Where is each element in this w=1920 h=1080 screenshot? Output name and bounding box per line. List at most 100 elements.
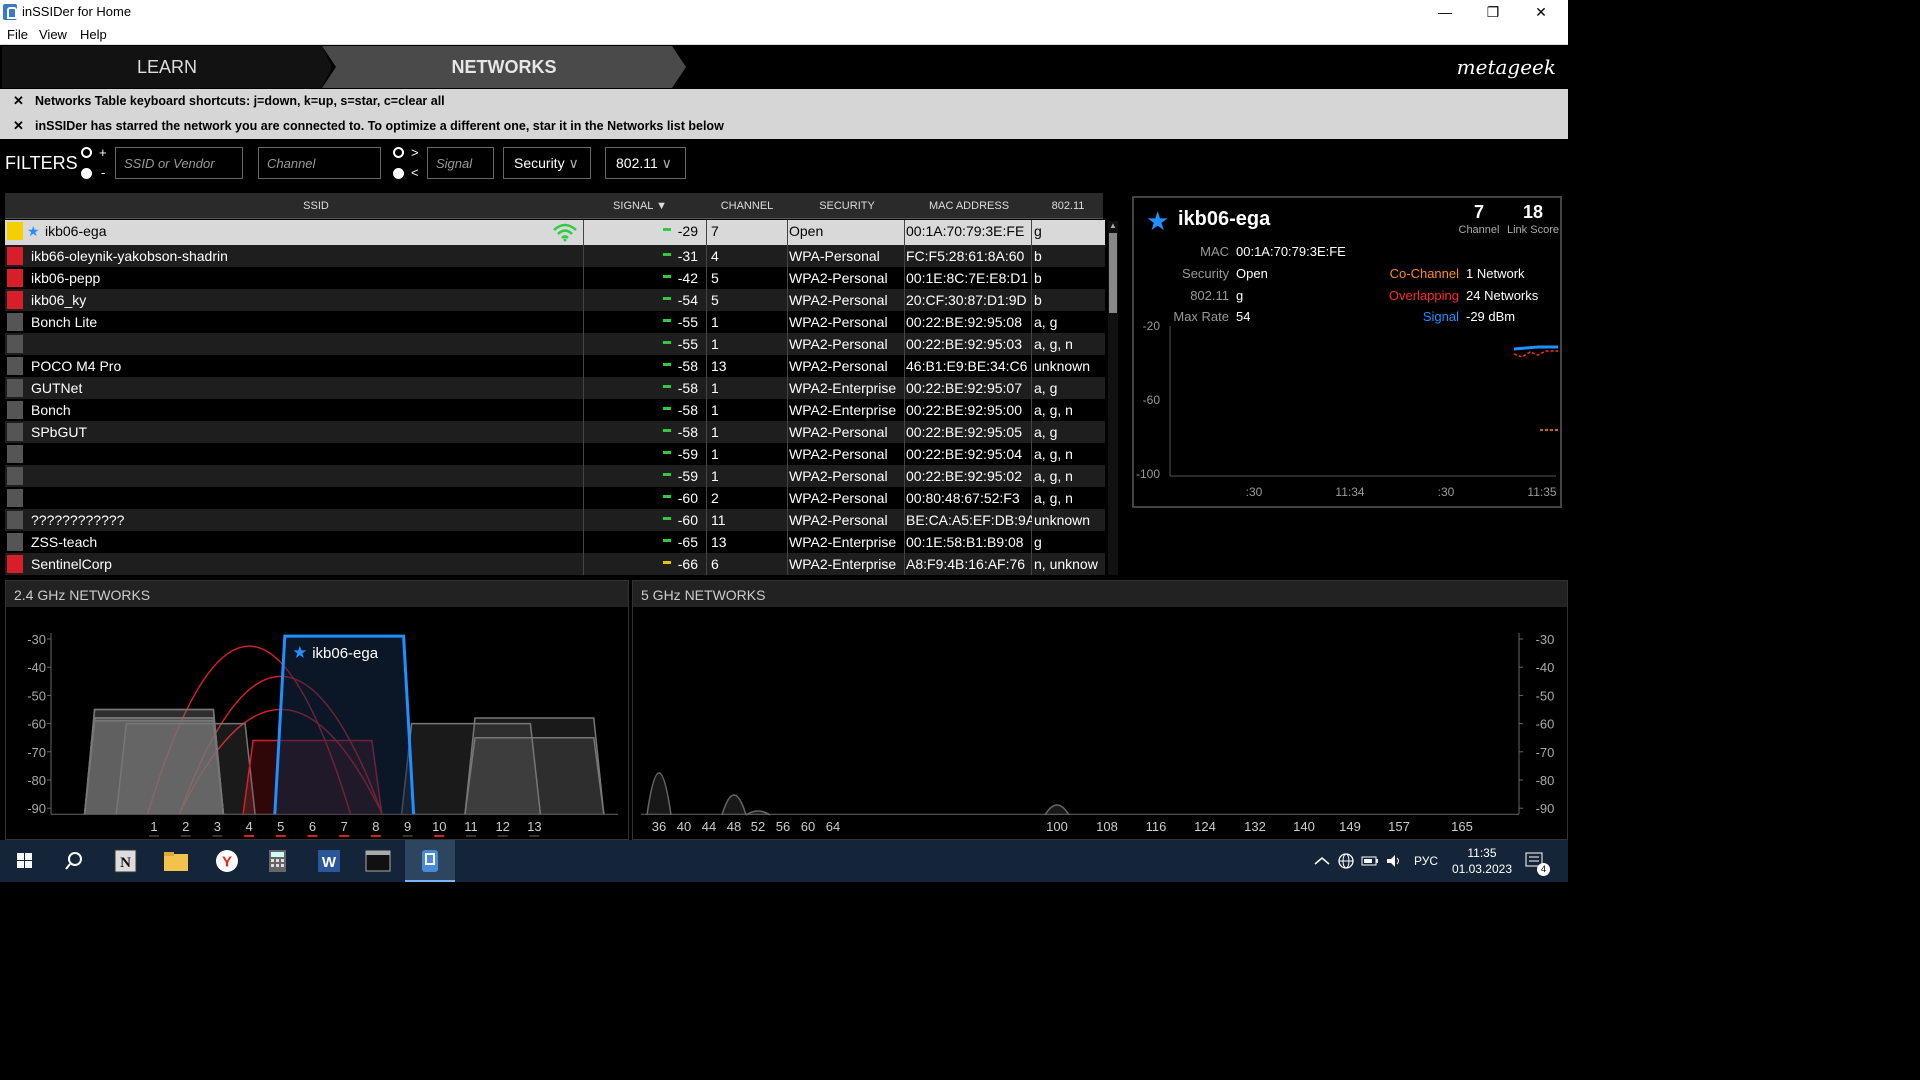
column-divider — [706, 421, 707, 443]
standard-cell: g — [1034, 223, 1042, 239]
table-row[interactable]: Bonch -58 1 WPA2-Enterprise 00:22:BE:92:95:0… — [5, 399, 1105, 421]
scroll-up-icon[interactable]: ▲ — [1108, 221, 1118, 231]
col-signal[interactable]: SIGNAL ▼ — [595, 200, 685, 212]
battery-icon[interactable] — [1360, 852, 1380, 870]
terminal-icon[interactable] — [358, 846, 398, 876]
security-cell: WPA-Personal — [789, 248, 880, 264]
table-row[interactable]: ikb06_ky -54 5 WPA2-Personal 20:CF:30:87:D1:… — [5, 289, 1105, 311]
calculator-icon[interactable] — [257, 846, 297, 876]
star-icon[interactable]: ★ — [1146, 206, 1169, 237]
ssid-cell: ikb66-oleynik-yakobson-shadrin — [31, 248, 228, 264]
table-row[interactable]: GUTNet -58 1 WPA2-Enterprise 00:22:BE:92:95:… — [5, 377, 1105, 399]
ssid-filter-input[interactable]: SSID or Vendor — [115, 147, 243, 179]
inssider-taskbar-icon[interactable] — [410, 846, 450, 876]
tray-overflow-icon[interactable] — [1312, 853, 1332, 869]
menu-help[interactable]: Help — [80, 27, 107, 42]
standard-filter-dropdown[interactable]: 802.11 ∨ — [605, 147, 686, 179]
col-security[interactable]: SECURITY — [789, 200, 905, 212]
radio-greater[interactable] — [393, 147, 404, 158]
volume-icon[interactable] — [1384, 852, 1404, 870]
yandex-browser-icon[interactable]: Y — [207, 846, 247, 876]
channel-label: 7 — [341, 819, 348, 834]
security-filter-dropdown[interactable]: Security ∨ — [503, 147, 591, 179]
table-row[interactable]: ikb66-oleynik-yakobson-shadrin -31 4 WPA-Pe… — [5, 245, 1105, 267]
overlapping-trace — [1513, 350, 1558, 358]
col-standard[interactable]: 802.11 — [1033, 200, 1103, 212]
dismiss-icon[interactable]: ✕ — [13, 118, 24, 134]
radio-gt-label: > — [411, 145, 419, 160]
menu-view[interactable]: View — [39, 27, 67, 42]
table-row[interactable]: -59 1 WPA2-Personal 00:22:BE:92:95:04 a, g, … — [5, 443, 1105, 465]
channel-label: 12 — [495, 819, 509, 834]
menu-file[interactable]: File — [7, 27, 28, 42]
y-tick-label: -70 — [27, 745, 46, 760]
signal-filter-input[interactable]: Signal — [427, 147, 494, 179]
table-row[interactable]: SentinelCorp -66 6 WPA2-Enterprise A8:F9:4B:… — [5, 553, 1105, 575]
standard-cell: a, g, n — [1034, 336, 1073, 352]
security-cell: WPA2-Personal — [789, 358, 888, 374]
column-divider — [583, 377, 584, 399]
network-globe-icon[interactable] — [1336, 852, 1356, 870]
col-ssid[interactable]: SSID — [27, 200, 605, 212]
mac-cell: 00:22:BE:92:95:04 — [906, 446, 1022, 462]
app-icon — [3, 4, 17, 20]
spectrum-2-4ghz: -30-40-50-60-70-80-901 2 3 4 5 6 7 8 9 10 11 12 13★ i… — [27, 632, 618, 837]
column-divider — [706, 267, 707, 289]
security-cell: WPA2-Enterprise — [789, 534, 897, 550]
column-divider — [583, 399, 584, 421]
filters-label: FILTERS — [5, 153, 78, 173]
network-color-swatch — [7, 423, 23, 441]
channel-cell: 13 — [711, 358, 727, 374]
channel-cell: 1 — [711, 468, 719, 484]
column-divider — [583, 531, 584, 553]
table-row[interactable]: ZSS-teach -65 13 WPA2-Enterprise 00:1E:58:B1… — [5, 531, 1105, 553]
word-icon[interactable]: W — [308, 846, 348, 876]
table-row[interactable]: ★ ikb06-ega -29 7 Open 00:1A:70:79:3E:FE g — [5, 220, 1105, 245]
network-color-swatch — [7, 247, 23, 265]
mac-cell: 00:1A:70:79:3E:FE — [906, 223, 1025, 239]
col-channel[interactable]: CHANNEL — [707, 200, 787, 212]
channel-filter-input[interactable]: Channel — [258, 147, 381, 179]
column-divider — [706, 289, 707, 311]
signal-cell: -31 — [677, 248, 698, 264]
search-icon[interactable] — [54, 846, 94, 876]
table-row[interactable]: Bonch Lite -55 1 WPA2-Personal 00:22:BE:92:9… — [5, 311, 1105, 333]
clock[interactable]: 11:35 01.03.2023 — [1452, 845, 1512, 877]
radio-exclude[interactable] — [81, 168, 92, 179]
signal-cell: -58 — [677, 380, 698, 396]
mac-cell: 00:1E:8C:7E:E8:D1 — [906, 270, 1029, 286]
column-divider — [583, 553, 584, 575]
minimize-button[interactable]: — — [1422, 0, 1468, 24]
star-icon: ★ — [292, 643, 307, 663]
close-button[interactable]: ✕ — [1518, 0, 1564, 24]
table-row[interactable]: -59 1 WPA2-Personal 00:22:BE:92:95:02 a, g, … — [5, 465, 1105, 487]
star-icon[interactable]: ★ — [27, 223, 40, 240]
table-scrollbar[interactable]: ▲ — [1108, 221, 1118, 575]
table-row[interactable]: SPbGUT -58 1 WPA2-Personal 00:22:BE:92:95:05… — [5, 421, 1105, 443]
network-detail-panel: ★ ikb06-ega 7 Channel 18 Link Score MAC … — [1132, 196, 1562, 508]
table-row[interactable]: -60 2 WPA2-Personal 00:80:48:67:52:F3 a, g, … — [5, 487, 1105, 509]
file-explorer-icon[interactable] — [156, 846, 196, 876]
radio-less[interactable] — [393, 168, 404, 179]
tab-learn[interactable]: LEARN — [2, 46, 332, 88]
detail-link-score-label: Link Score — [1507, 224, 1559, 236]
table-row[interactable]: POCO M4 Pro -58 13 WPA2-Personal 46:B1:E9:BE… — [5, 355, 1105, 377]
network-signal-shape — [464, 736, 605, 815]
tab-networks[interactable]: NETWORKS — [322, 46, 686, 88]
radio-include[interactable] — [81, 147, 92, 158]
y-tick-label: -30 — [1536, 632, 1555, 647]
notion-icon[interactable]: N — [105, 846, 145, 876]
y-tick-label: -60 — [1536, 717, 1555, 732]
table-row[interactable]: ikb06-pepp -42 5 WPA2-Personal 00:1E:8C:7E:E… — [5, 267, 1105, 289]
maximize-button[interactable]: ❐ — [1470, 0, 1516, 24]
col-mac[interactable]: MAC ADDRESS — [906, 200, 1032, 212]
dismiss-icon[interactable]: ✕ — [13, 93, 24, 109]
network-color-swatch — [7, 445, 23, 463]
y-tick-label: -60 — [27, 717, 46, 732]
table-row[interactable]: ???????????? -60 11 WPA2-Personal BE:CA:A5:E… — [5, 509, 1105, 531]
start-icon[interactable] — [5, 846, 45, 876]
taskbar: N Y W РУС 11:35 01.03.2023 4 — [0, 840, 1568, 882]
scroll-thumb[interactable] — [1109, 233, 1117, 313]
language-indicator[interactable]: РУС — [1414, 854, 1438, 868]
table-row[interactable]: -55 1 WPA2-Personal 00:22:BE:92:95:03 a, g, … — [5, 333, 1105, 355]
